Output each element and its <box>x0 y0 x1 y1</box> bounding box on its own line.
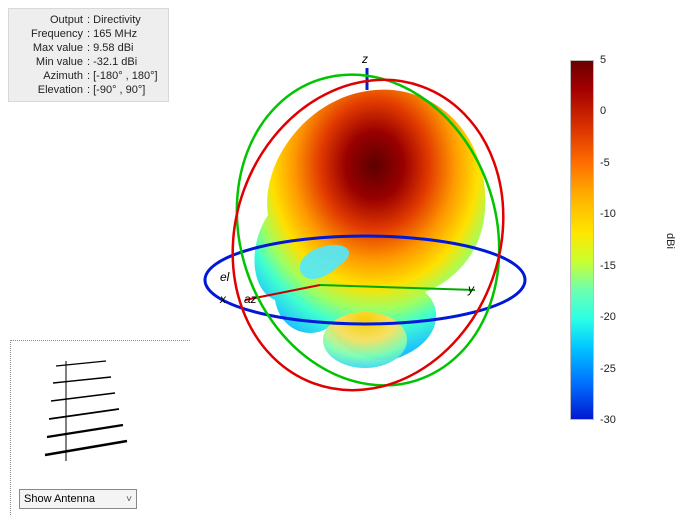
value-azimuth: [-180° , 180°] <box>93 69 157 83</box>
chevron-down-icon: ˅ <box>126 494 136 505</box>
z-label: z <box>362 52 368 66</box>
value-min: -32.1 dBi <box>93 55 137 69</box>
pattern-svg <box>190 30 560 410</box>
y-label: y <box>468 282 474 296</box>
colorbar-tick: -15 <box>600 260 616 272</box>
colorbar-tick: 0 <box>600 105 606 117</box>
colorbar-tick: -20 <box>600 311 616 323</box>
colorbar-tick: 5 <box>600 54 606 66</box>
label-output: Output <box>15 13 83 27</box>
label-azimuth: Azimuth <box>15 69 83 83</box>
az-label: az <box>244 292 257 306</box>
x-label: x <box>220 292 226 306</box>
colorbar-tick: -25 <box>600 363 616 375</box>
info-panel: Output: Directivity Frequency: 165 MHz M… <box>8 8 169 102</box>
antenna-icon <box>11 341 191 476</box>
colorbar-gradient <box>570 60 594 420</box>
label-min: Min value <box>15 55 83 69</box>
colorbar-tick: -30 <box>600 414 616 426</box>
el-label: el <box>220 270 229 284</box>
label-frequency: Frequency <box>15 27 83 41</box>
colorbar-tick: -5 <box>600 157 610 169</box>
value-elevation: [-90° , 90°] <box>93 83 145 97</box>
label-max: Max value <box>15 41 83 55</box>
dropdown-label: Show Antenna <box>24 493 95 505</box>
antenna-inset-panel: Show Antenna ˅ <box>10 340 190 515</box>
value-max: 9.58 dBi <box>93 41 133 55</box>
value-output: Directivity <box>93 13 141 27</box>
radiation-pattern-plot[interactable]: z y x az el <box>190 30 560 410</box>
colorbar: dBi 50-5-10-15-20-25-30 <box>570 60 660 420</box>
colorbar-unit: dBi <box>664 233 676 249</box>
show-antenna-dropdown[interactable]: Show Antenna ˅ <box>19 489 137 509</box>
label-elevation: Elevation <box>15 83 83 97</box>
value-frequency: 165 MHz <box>93 27 137 41</box>
colorbar-tick: -10 <box>600 208 616 220</box>
lobe-surface <box>254 90 485 368</box>
